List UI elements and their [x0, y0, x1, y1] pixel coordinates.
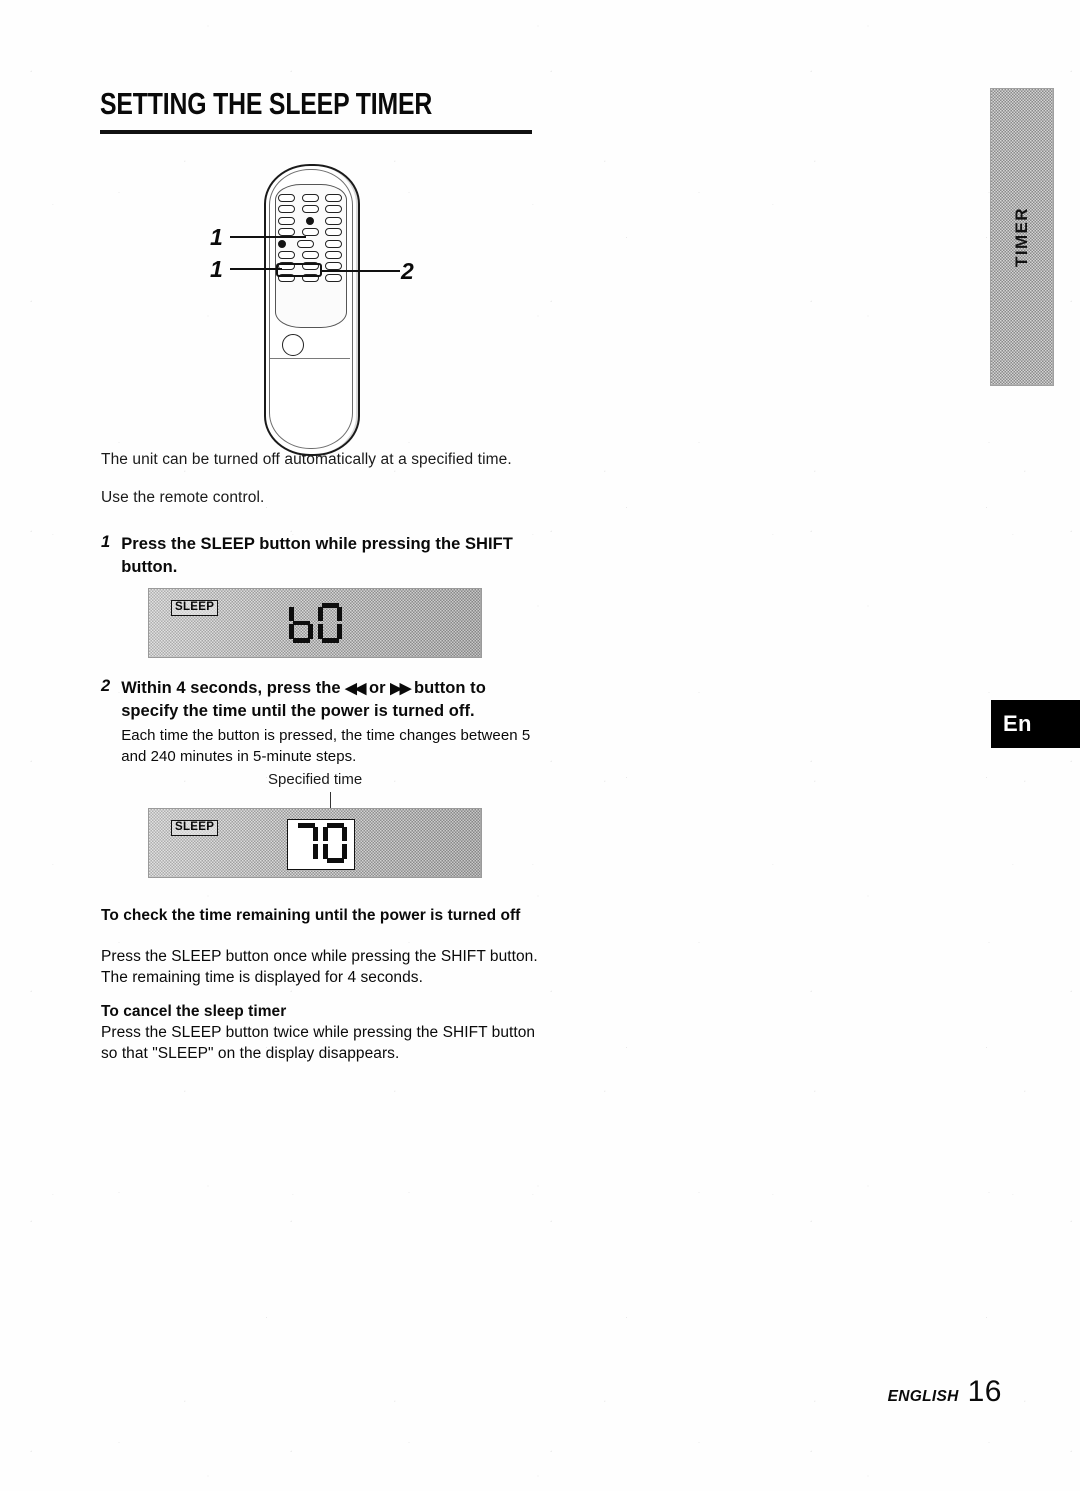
step-2-subtext: Each time the button is pressed, the tim…	[121, 727, 531, 765]
section-check-heading: To check the time remaining until the po…	[101, 907, 521, 924]
step-2-heading-part1: Within 4 seconds, press the	[121, 679, 341, 697]
remote-control-figure: 1 1 2	[196, 158, 446, 458]
remote-button-row	[278, 205, 342, 214]
remote-button	[297, 239, 314, 248]
intro-paragraph-1: The unit can be turned off automatically…	[101, 451, 512, 468]
remote-button	[325, 228, 342, 237]
step-2-heading-or: or	[368, 679, 386, 697]
remote-button	[325, 216, 342, 225]
callout-1-lower-leader	[230, 268, 282, 271]
callout-1-lower: 1	[210, 256, 223, 282]
remote-button	[278, 205, 295, 214]
remote-button	[301, 194, 319, 202]
remote-button-forward	[325, 250, 342, 259]
footer-language: ENGLISH	[887, 1388, 959, 1405]
remote-button	[325, 239, 342, 248]
language-badge-label: En	[1003, 711, 1032, 736]
step-1-heading: Press the SLEEP button while pressing th…	[121, 535, 513, 576]
lcd-digits-60	[289, 603, 342, 643]
callout-1-upper: 1	[210, 224, 223, 250]
remote-button	[325, 194, 342, 202]
remote-button-rewind	[301, 250, 319, 259]
step-1-number: 1	[101, 533, 111, 551]
specified-time-label: Specified time	[268, 771, 363, 788]
rewind-icon: ◀◀	[345, 680, 366, 697]
remote-button-row	[278, 239, 342, 248]
remote-button	[278, 194, 295, 202]
section-check-body: Press the SLEEP button once while pressi…	[101, 948, 538, 986]
seven-segment-digit	[289, 603, 313, 643]
remote-button	[301, 228, 319, 237]
remote-dial-button	[282, 334, 304, 356]
remote-button-row	[278, 250, 342, 259]
seven-segment-digit	[323, 823, 347, 863]
page-title: SETTING THE SLEEP TIMER	[100, 86, 433, 121]
lcd-digits-70	[294, 823, 347, 863]
step-2: 2 Within 4 seconds, press the ◀◀ or ▶▶ b…	[101, 677, 533, 767]
remote-body-divider	[270, 358, 350, 360]
callout-2-leader	[322, 270, 400, 273]
lcd-display-60: SLEEP	[148, 588, 482, 658]
remote-button	[325, 205, 342, 214]
remote-button	[325, 273, 342, 282]
lcd-display-70: SLEEP	[148, 808, 482, 878]
sleep-indicator: SLEEP	[171, 600, 219, 616]
remote-button	[278, 216, 295, 225]
side-tab-timer: TIMER	[990, 88, 1054, 386]
title-underline	[100, 130, 532, 134]
remote-button-row	[278, 228, 342, 237]
side-tab-timer-label: TIMER	[1012, 207, 1031, 267]
seven-segment-digit	[318, 603, 342, 643]
step-1: 1 Press the SLEEP button while pressing …	[101, 533, 529, 579]
callout-2: 2	[401, 258, 414, 284]
step-2-number: 2	[101, 677, 111, 695]
section-cancel-body: Press the SLEEP button twice while press…	[101, 1024, 536, 1062]
remote-button	[278, 250, 295, 259]
remote-button	[301, 205, 319, 214]
page-footer: ENGLISH 16	[888, 1375, 1002, 1409]
remote-button-sleep-highlight	[278, 239, 286, 248]
intro-paragraph-2: Use the remote control.	[101, 489, 265, 506]
section-cancel-heading: To cancel the sleep timer	[101, 1003, 287, 1020]
sleep-indicator: SLEEP	[171, 820, 219, 836]
remote-button-shift-highlight	[306, 216, 314, 225]
remote-skip-buttons-highlight-box	[276, 262, 322, 277]
remote-button	[278, 228, 295, 237]
remote-button-row	[278, 194, 342, 202]
fast-forward-icon: ▶▶	[390, 680, 411, 697]
step-2-heading: Within 4 seconds, press the ◀◀ or ▶▶ but…	[121, 677, 533, 723]
seven-segment-digit	[294, 823, 318, 863]
footer-page-number: 16	[967, 1375, 1002, 1408]
remote-button-row	[278, 216, 342, 225]
callout-1-upper-leader	[230, 236, 306, 239]
language-badge: En	[991, 700, 1080, 748]
manual-page: SETTING THE SLEEP TIMER 1 1 2 The unit c…	[0, 0, 1080, 1491]
